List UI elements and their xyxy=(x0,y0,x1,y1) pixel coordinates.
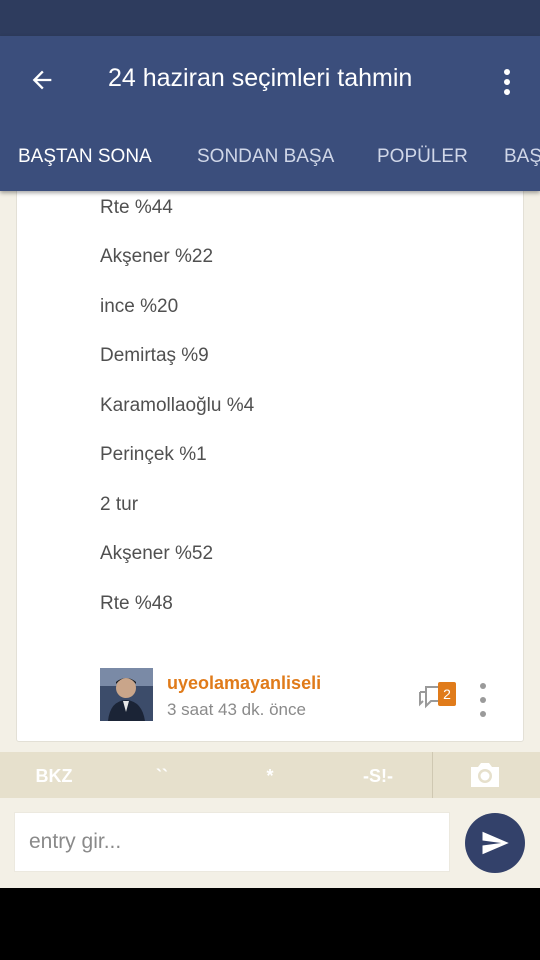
tab-sondan-basa[interactable]: SONDAN BAŞA xyxy=(197,135,334,191)
back-button[interactable] xyxy=(18,60,66,100)
backtick-button[interactable]: `` xyxy=(126,752,198,798)
entry-card: Rte %44 Akşener %22 ince %20 Demirtaş %9… xyxy=(16,170,524,742)
entry-timestamp: 3 saat 43 dk. önce xyxy=(167,700,306,719)
send-button[interactable] xyxy=(465,813,525,873)
composer xyxy=(0,798,540,888)
tab-bastan-sona[interactable]: BAŞTAN SONA xyxy=(18,135,152,191)
divider xyxy=(432,752,433,798)
author-link[interactable]: uyeolamayanliseli xyxy=(167,673,321,694)
user-avatar-icon xyxy=(100,668,153,721)
more-dot-icon xyxy=(480,711,486,717)
entry-options-button[interactable] xyxy=(473,683,493,717)
entry-line: Karamollaoğlu %4 xyxy=(100,395,255,416)
screen: 24 haziran seçimleri tahmin BAŞTAN SONA … xyxy=(0,0,540,888)
page-title: 24 haziran seçimleri tahmin xyxy=(108,64,413,92)
tab-bar: BAŞTAN SONA SONDAN BAŞA POPÜLER BAŞ xyxy=(0,135,540,191)
camera-button[interactable] xyxy=(468,760,502,790)
entry-line: Perinçek %1 xyxy=(100,444,207,465)
entry-line: Demirtaş %9 xyxy=(100,345,209,366)
tab-populer[interactable]: POPÜLER xyxy=(377,135,468,191)
entry-line: ince %20 xyxy=(100,296,179,317)
more-dot-icon xyxy=(480,697,486,703)
shortcut-bar: BKZ `` * -S!- xyxy=(0,752,540,798)
entry-line: Akşener %52 xyxy=(100,543,214,564)
bkz-button[interactable]: BKZ xyxy=(18,752,90,798)
entry-line: Rte %44 xyxy=(100,197,173,218)
entry-input[interactable] xyxy=(14,812,450,872)
more-vertical-icon xyxy=(504,69,510,95)
app-bar: 24 haziran seçimleri tahmin BAŞTAN SONA … xyxy=(0,36,540,191)
comment-count-badge: 2 xyxy=(438,682,456,706)
entry-line: Rte %48 xyxy=(100,593,173,614)
asterisk-button[interactable]: * xyxy=(234,752,306,798)
screen-bottom-black xyxy=(0,888,540,960)
entry-line: Akşener %22 xyxy=(100,246,214,267)
send-icon xyxy=(482,831,509,855)
tab-bas[interactable]: BAŞ xyxy=(504,135,540,191)
camera-icon xyxy=(471,763,499,787)
status-bar xyxy=(0,0,540,36)
entry-line: 2 tur xyxy=(100,494,139,515)
overflow-menu-button[interactable] xyxy=(490,62,524,102)
spoiler-button[interactable]: -S!- xyxy=(342,752,414,798)
more-dot-icon xyxy=(480,683,486,689)
avatar[interactable] xyxy=(100,668,153,721)
arrow-left-icon xyxy=(32,70,52,90)
